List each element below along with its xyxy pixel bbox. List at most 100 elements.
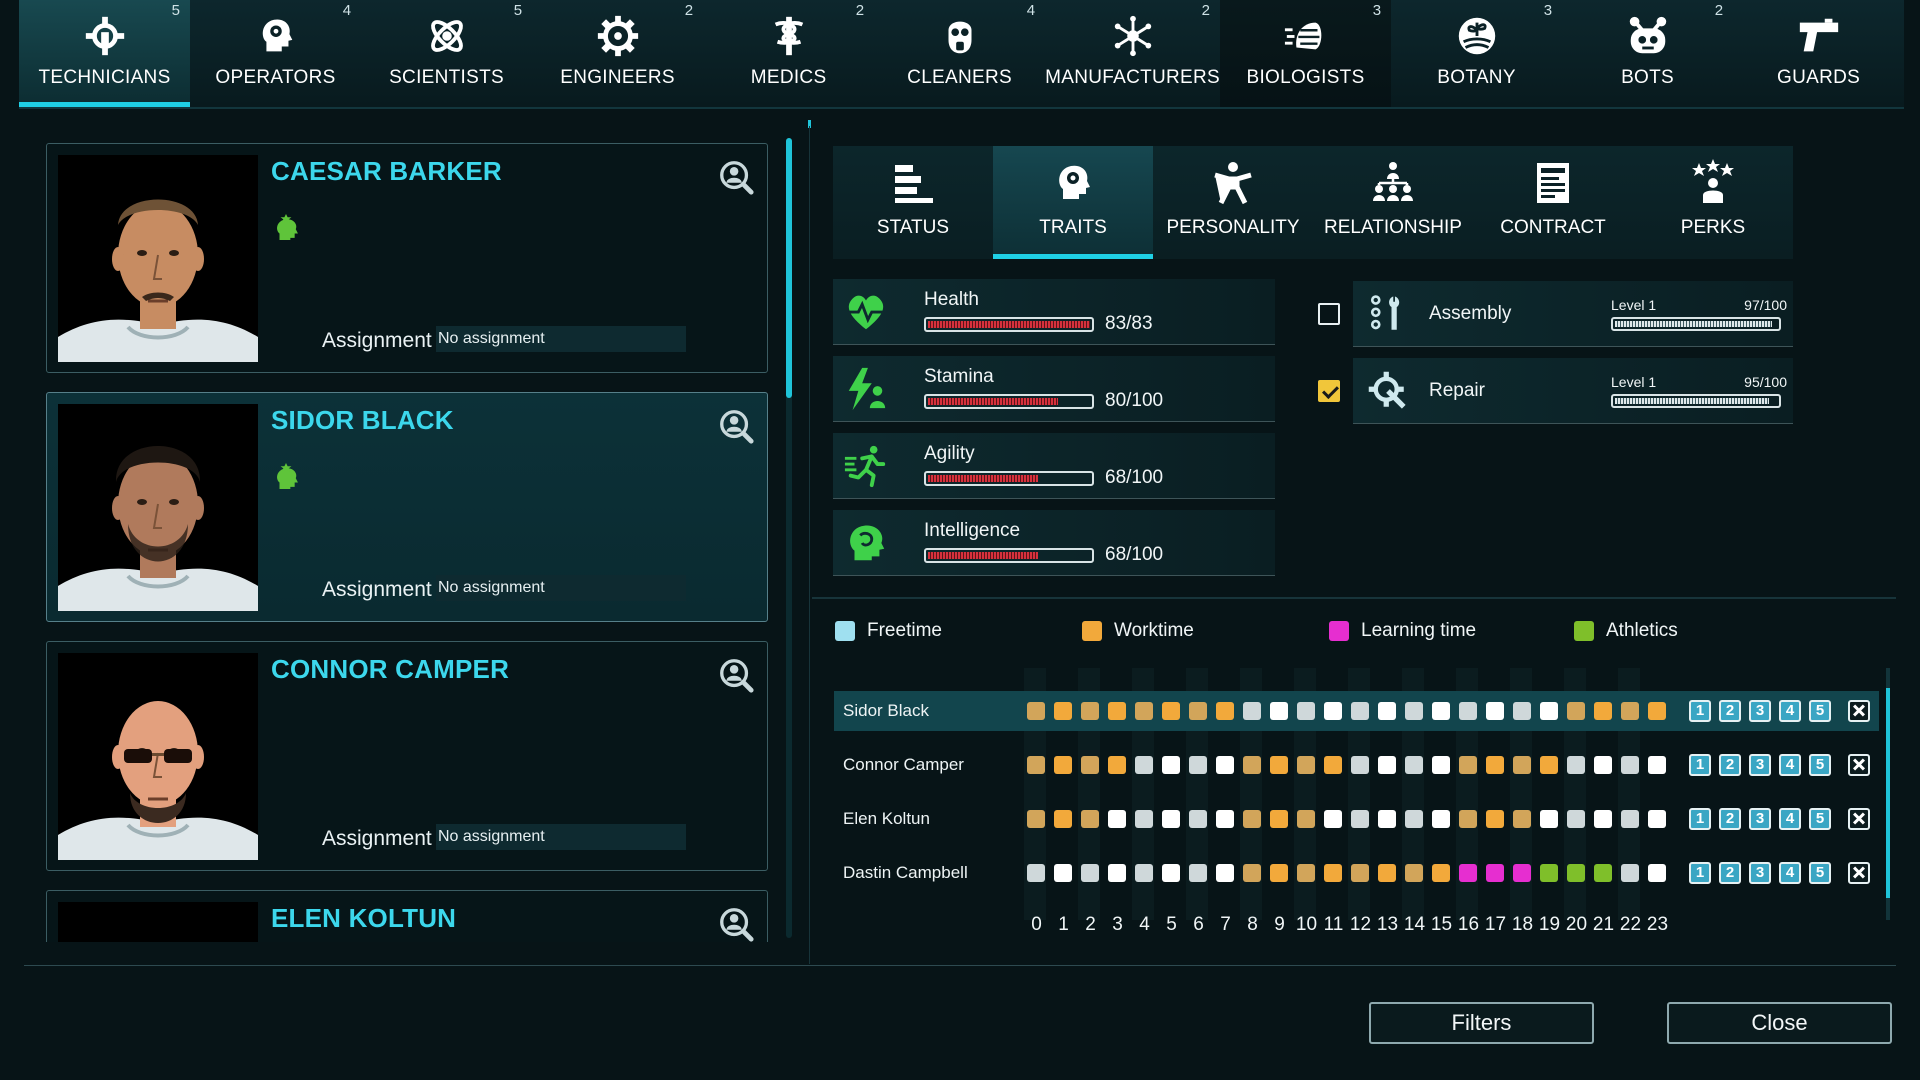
inspect-employee-icon[interactable]	[717, 407, 755, 445]
category-tab-bots[interactable]: 2 BOTS	[1562, 0, 1734, 107]
schedule-row[interactable]: Connor Camper 1 2 3 4 5	[834, 745, 1879, 785]
schedule-slot[interactable]	[1243, 756, 1261, 774]
schedule-scrollbar-thumb[interactable]	[1886, 688, 1890, 898]
schedule-slot[interactable]	[1297, 810, 1315, 828]
schedule-slot[interactable]	[1324, 756, 1342, 774]
schedule-slot[interactable]	[1621, 702, 1639, 720]
schedule-preset-button[interactable]: 3	[1749, 808, 1771, 830]
schedule-slot[interactable]	[1648, 702, 1666, 720]
category-tab-botany[interactable]: 3 BOTANY	[1391, 0, 1563, 107]
tab-perks[interactable]: PERKS	[1633, 146, 1793, 259]
schedule-preset-button[interactable]: 1	[1689, 754, 1711, 776]
schedule-slot[interactable]	[1216, 810, 1234, 828]
schedule-slot[interactable]	[1162, 756, 1180, 774]
schedule-preset-button[interactable]: 2	[1719, 862, 1741, 884]
schedule-preset-button[interactable]: 3	[1749, 700, 1771, 722]
schedule-scrollbar[interactable]	[1886, 668, 1890, 920]
inspect-employee-icon[interactable]	[717, 158, 755, 196]
schedule-slot[interactable]	[1459, 810, 1477, 828]
category-tab-biologists[interactable]: 3 BIOLOGISTS	[1220, 0, 1392, 107]
schedule-slot[interactable]	[1351, 810, 1369, 828]
schedule-slot[interactable]	[1297, 756, 1315, 774]
roster-scrollbar[interactable]	[786, 138, 792, 938]
schedule-slot[interactable]	[1081, 702, 1099, 720]
schedule-slot[interactable]	[1216, 756, 1234, 774]
schedule-slot[interactable]	[1297, 864, 1315, 882]
schedule-slot[interactable]	[1054, 810, 1072, 828]
schedule-slot[interactable]	[1567, 810, 1585, 828]
category-tab-cleaners[interactable]: 4 CLEANERS	[874, 0, 1046, 107]
schedule-preset-button[interactable]: 1	[1689, 808, 1711, 830]
category-tab-technicians[interactable]: 5 TECHNICIANS	[19, 0, 191, 107]
filters-button[interactable]: Filters	[1369, 1002, 1594, 1044]
schedule-slot[interactable]	[1621, 756, 1639, 774]
schedule-slot[interactable]	[1027, 756, 1045, 774]
tab-contract[interactable]: CONTRACT	[1473, 146, 1633, 259]
schedule-slot[interactable]	[1567, 756, 1585, 774]
schedule-slot[interactable]	[1189, 702, 1207, 720]
schedule-slot[interactable]	[1648, 864, 1666, 882]
close-button[interactable]: Close	[1667, 1002, 1892, 1044]
schedule-slot[interactable]	[1432, 756, 1450, 774]
schedule-row[interactable]: Dastin Campbell 1 2 3 4 5	[834, 853, 1879, 893]
schedule-slot[interactable]	[1513, 810, 1531, 828]
schedule-slot[interactable]	[1189, 810, 1207, 828]
schedule-slot[interactable]	[1567, 702, 1585, 720]
schedule-slot[interactable]	[1243, 810, 1261, 828]
schedule-preset-button[interactable]: 5	[1809, 754, 1831, 776]
schedule-slot[interactable]	[1513, 702, 1531, 720]
schedule-slot[interactable]	[1054, 702, 1072, 720]
schedule-slot[interactable]	[1324, 810, 1342, 828]
schedule-slot[interactable]	[1486, 864, 1504, 882]
schedule-slot[interactable]	[1486, 756, 1504, 774]
schedule-slot[interactable]	[1378, 864, 1396, 882]
schedule-slot[interactable]	[1405, 756, 1423, 774]
clear-schedule-icon[interactable]	[1848, 862, 1870, 884]
schedule-slot[interactable]	[1594, 864, 1612, 882]
schedule-slot[interactable]	[1432, 864, 1450, 882]
category-tab-engineers[interactable]: 2 ENGINEERS	[532, 0, 704, 107]
schedule-preset-button[interactable]: 4	[1779, 700, 1801, 722]
schedule-slot[interactable]	[1108, 810, 1126, 828]
skill-checkbox[interactable]	[1318, 380, 1340, 402]
category-tab-operators[interactable]: 4 OPERATORS	[190, 0, 362, 107]
inspect-employee-icon[interactable]	[717, 656, 755, 694]
tab-status[interactable]: STATUS	[833, 146, 993, 259]
schedule-slot[interactable]	[1270, 864, 1288, 882]
schedule-slot[interactable]	[1108, 864, 1126, 882]
schedule-slot[interactable]	[1135, 810, 1153, 828]
schedule-slot[interactable]	[1027, 702, 1045, 720]
schedule-slot[interactable]	[1513, 864, 1531, 882]
schedule-slot[interactable]	[1270, 702, 1288, 720]
schedule-preset-button[interactable]: 4	[1779, 808, 1801, 830]
roster-scrollbar-thumb[interactable]	[786, 138, 792, 398]
schedule-slot[interactable]	[1378, 810, 1396, 828]
employee-card[interactable]: CAESAR BARKER Assignment No assignment	[46, 143, 768, 373]
schedule-slot[interactable]	[1594, 756, 1612, 774]
schedule-slot[interactable]	[1540, 810, 1558, 828]
schedule-slot[interactable]	[1135, 756, 1153, 774]
schedule-preset-button[interactable]: 3	[1749, 862, 1771, 884]
schedule-slot[interactable]	[1540, 756, 1558, 774]
schedule-preset-button[interactable]: 4	[1779, 862, 1801, 884]
schedule-slot[interactable]	[1648, 810, 1666, 828]
skill-checkbox[interactable]	[1318, 303, 1340, 325]
schedule-slot[interactable]	[1459, 864, 1477, 882]
schedule-preset-button[interactable]: 5	[1809, 700, 1831, 722]
schedule-slot[interactable]	[1621, 810, 1639, 828]
schedule-slot[interactable]	[1486, 702, 1504, 720]
schedule-slot[interactable]	[1378, 756, 1396, 774]
schedule-slot[interactable]	[1540, 702, 1558, 720]
employee-card[interactable]: ELEN KOLTUN	[46, 890, 768, 942]
tab-relationship[interactable]: RELATIONSHIP	[1313, 146, 1473, 259]
schedule-slot[interactable]	[1135, 864, 1153, 882]
schedule-slot[interactable]	[1108, 756, 1126, 774]
schedule-slot[interactable]	[1405, 810, 1423, 828]
schedule-slot[interactable]	[1027, 864, 1045, 882]
schedule-slot[interactable]	[1486, 810, 1504, 828]
schedule-slot[interactable]	[1216, 864, 1234, 882]
schedule-slot[interactable]	[1351, 864, 1369, 882]
schedule-slot[interactable]	[1189, 864, 1207, 882]
schedule-slot[interactable]	[1054, 864, 1072, 882]
schedule-preset-button[interactable]: 5	[1809, 808, 1831, 830]
